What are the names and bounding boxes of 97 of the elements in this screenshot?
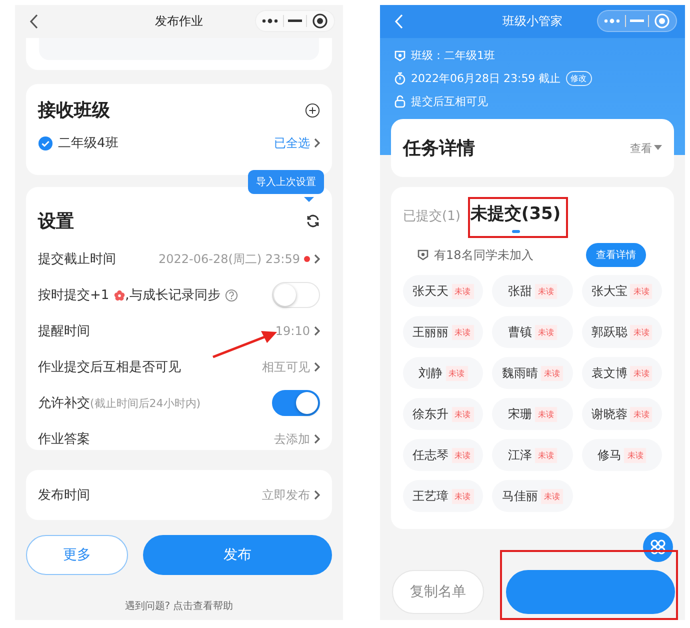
student-name: 刘静 [418,364,443,382]
class-name: 二年级4班 [58,135,118,152]
page-title: 班级小管家 [502,13,562,30]
section-title: 接收班级 [38,99,110,122]
check-icon[interactable] [38,136,53,150]
student-chip[interactable]: 刘静 未读 [403,357,484,389]
chevron-icon [314,254,320,264]
info-text: 提交后互相可见 [411,94,488,109]
unread-tag: 未读 [452,488,474,504]
student-chip[interactable]: 袁文博 未读 [582,357,662,389]
student-name: 张甜 [508,282,532,300]
student-name: 任志琴 [412,446,449,464]
student-name: 王艺璋 [412,488,449,504]
unread-tag: 未读 [452,284,474,298]
back-icon[interactable] [29,14,38,29]
student-name: 张大宝 [591,282,628,300]
unlock-icon [394,95,406,108]
unread-tag: 未读 [534,284,557,298]
student-chip[interactable]: 修马 未读 [582,439,662,471]
chevron-icon [314,326,320,336]
more-icon[interactable] [262,18,278,24]
setting-label: 按时提交+1 [38,287,110,304]
shield-icon [394,50,406,62]
unread-tag: 未读 [540,366,563,380]
section-title: 设置 [38,210,74,233]
unread-tag: 未读 [534,406,557,422]
add-icon[interactable] [305,102,320,118]
copy-list-button[interactable]: 复制名单 [392,570,484,614]
student-chip[interactable]: 谢晓蓉 未读 [582,398,662,430]
student-name: 徐东升 [412,406,449,422]
chevron-icon [314,362,320,372]
primary-button[interactable] [506,570,675,614]
student-chip[interactable]: 张甜 未读 [492,275,573,307]
setting-label: 提醒时间 [38,323,90,340]
student-name: 郭跃聪 [591,324,628,340]
view-dropdown[interactable]: 查看 [630,140,652,156]
setting-label: 提交截止时间 [38,251,116,268]
caret-icon [654,145,662,151]
setting-label: 作业提交后互相是否可见 [38,359,181,376]
student-chip[interactable]: 江泽 未读 [492,439,573,471]
student-chip[interactable]: 魏雨晴 未读 [492,357,573,389]
student-chip[interactable]: 王丽丽 未读 [403,316,484,348]
student-name: 江泽 [508,446,532,464]
unread-tag: 未读 [624,448,646,462]
setting-label: 允许补交 [38,395,90,412]
unread-tag: 未读 [452,448,474,462]
student-name: 王丽丽 [412,324,449,340]
unread-tag: 未读 [534,448,557,462]
unread-tag: 未读 [540,488,563,504]
student-chip[interactable]: 徐东升 未读 [403,398,484,430]
info-text: 班级：二年级1班 [411,48,495,63]
unread-tag: 未读 [534,324,557,340]
unread-tag: 未读 [446,366,468,380]
unread-tag: 未读 [452,324,474,340]
chevron-icon [314,138,320,148]
student-name: 曹镇 [508,324,532,340]
setting-label: 作业答案 [38,431,90,448]
unread-tag: 未读 [630,284,652,298]
student-name: 修马 [597,446,622,464]
info-text: 2022年06月28日 23:59 截止 [411,71,561,86]
student-name: 宋珊 [508,406,532,422]
shield-icon [417,249,429,261]
section-title: 任务详情 [403,137,475,160]
page-title: 发布作业 [155,13,203,30]
minimize-icon[interactable] [288,19,302,23]
notice-text: 有18名同学未加入 [434,246,534,264]
flower-icon [114,290,126,300]
unread-tag: 未读 [630,366,652,380]
close-icon[interactable] [312,13,328,29]
student-chip[interactable]: 任志琴 未读 [403,439,484,471]
student-chip[interactable]: 马佳丽 未读 [492,480,573,512]
setting-label: ,与成长记录同步 [125,287,220,304]
student-name: 袁文博 [591,364,628,382]
help-link[interactable]: 遇到问题? 点击查看帮助 [15,599,343,613]
student-chip[interactable]: 宋珊 未读 [492,398,573,430]
student-chip[interactable]: 张大宝 未读 [582,275,662,307]
floating-button[interactable] [643,532,673,562]
refresh-icon[interactable] [306,214,320,228]
toggle-switch[interactable] [272,390,320,416]
help-icon[interactable] [225,288,238,302]
setting-note: (截止时间后24小时内) [90,396,201,410]
chevron-icon [314,434,320,444]
student-name: 魏雨晴 [502,364,538,382]
student-name: 张天天 [412,282,449,300]
student-chip[interactable]: 张天天 未读 [403,275,484,307]
unread-tag: 未读 [452,406,474,422]
setting-label: 发布时间 [38,487,90,504]
stopwatch-icon [394,72,406,85]
student-name: 谢晓蓉 [591,406,628,422]
student-name: 马佳丽 [502,488,538,504]
student-chip[interactable]: 王艺璋 未读 [403,480,484,512]
alert-dot [304,256,310,262]
student-chip[interactable]: 曹镇 未读 [492,316,573,348]
chevron-icon [314,490,320,500]
unread-tag: 未读 [630,324,652,340]
student-chip[interactable]: 郭跃聪 未读 [582,316,662,348]
unread-tag: 未读 [630,406,652,422]
